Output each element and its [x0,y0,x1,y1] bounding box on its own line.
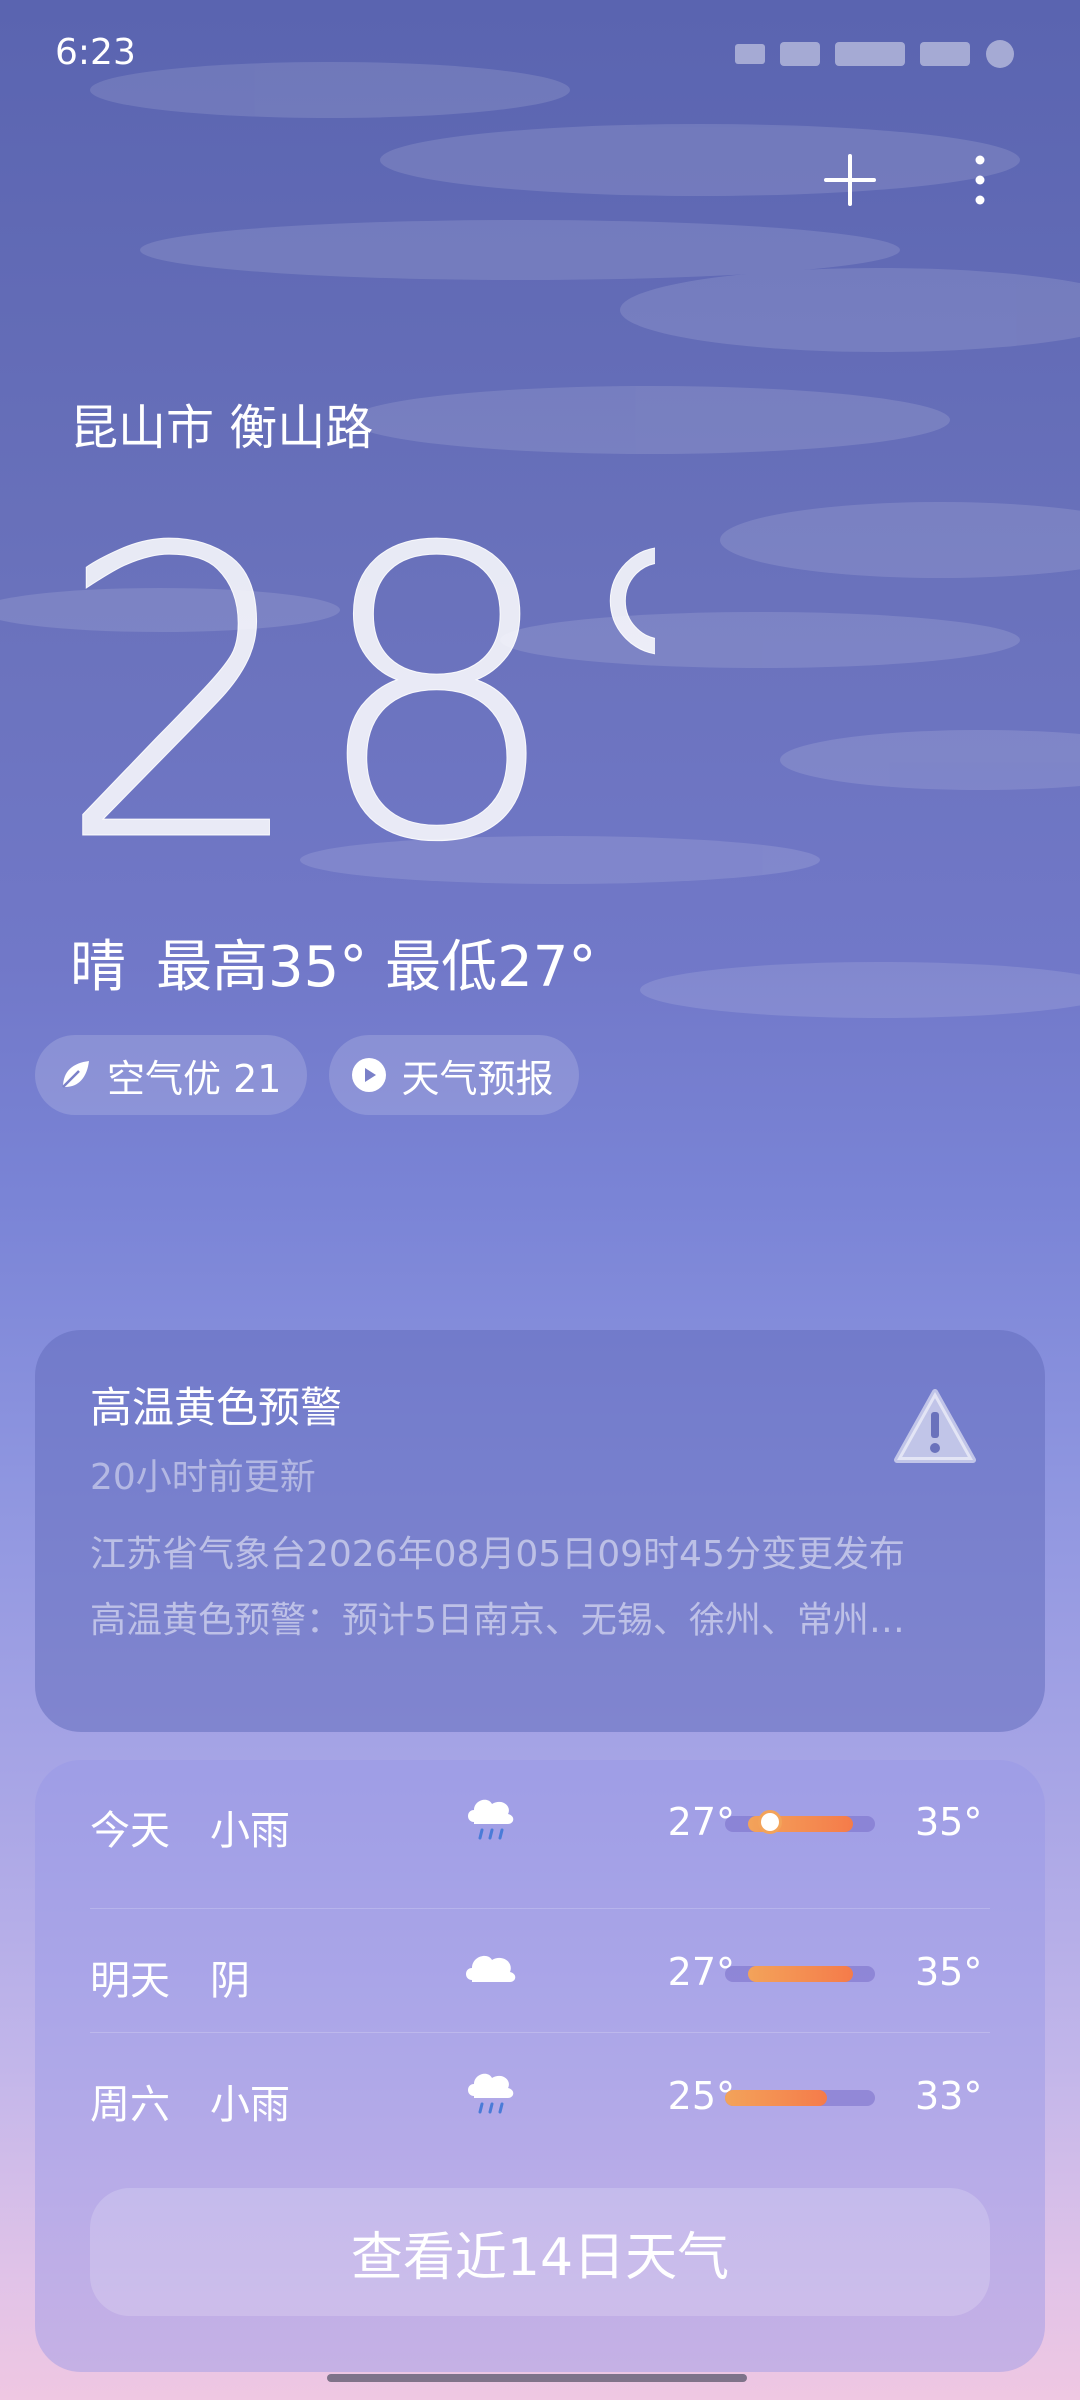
alert-body-line: 江苏省气象台2026年08月05日09时45分变更发布 [90,1534,905,1575]
temp-range-bar [725,1966,875,1982]
forecast-low: 25° [667,2074,735,2118]
forecast-row[interactable]: 明天 阴 27° 35° [35,1910,1045,2034]
forecast-day: 今天 [90,1808,170,1854]
forecast-row[interactable]: 周六 小雨 25° 33° [35,2034,1045,2158]
forecast-row[interactable]: 今天 小雨 27° 35° [35,1760,1045,1884]
status-bar: 6:23 [0,0,1080,110]
forecast-high: 35° [915,1950,983,1994]
weather-alert-card[interactable]: 高温黄色预警 20小时前更新 江苏省气象台2026年08月05日09时45分变更… [35,1330,1045,1732]
high-low: 最高35° 最低27° [156,922,596,1003]
forecast-low: 27° [667,1800,735,1844]
temp-range-fill [725,2090,827,2106]
forecast-high: 33° [915,2074,983,2118]
more-menu-button[interactable] [940,140,1020,220]
location-name: 昆山市 衡山路 [70,400,374,456]
forecast-day: 明天 [90,1958,170,2004]
view-14-day-button[interactable]: 查看近14日天气 [90,2188,990,2316]
current-temperature-text: 28° [55,500,655,880]
forecast-low: 27° [667,1950,735,1994]
air-quality-label: 空气优 21 [107,1056,282,1101]
high-temp: 最高35° [156,935,368,1000]
rain-icon [468,1799,514,1840]
temp-range-bar [725,1813,875,1832]
play-icon [352,1058,387,1092]
add-city-button[interactable] [810,140,890,220]
more-vert-icon [975,155,985,205]
forecast-condition: 阴 [210,1958,250,2004]
air-quality-pill[interactable]: 空气优 21 [35,1035,308,1115]
forecast-high: 35° [915,1800,983,1844]
alert-updated: 20小时前更新 [90,1457,316,1498]
forecast-card: 今天 小雨 27° 35° 明天 阴 27° 35° 周六 小雨 25° 33°… [35,1760,1045,2372]
forecast-day: 周六 [90,2082,170,2128]
forecast-condition: 小雨 [210,2082,290,2128]
status-time: 6:23 [55,32,136,73]
rain-icon [468,2073,514,2114]
leaf-icon [62,1061,89,1088]
weather-video-label: 天气预报 [401,1056,554,1101]
alert-body-line: 高温黄色预警：预计5日南京、无锡、徐州、常州… [90,1600,905,1641]
home-indicator[interactable] [327,2374,747,2382]
forecast-condition: 小雨 [210,1808,290,1854]
temp-range-fill [747,1966,853,1982]
weather-video-pill[interactable]: 天气预报 [329,1035,580,1115]
current-temp-marker [761,1813,779,1831]
temp-range-bar [725,2090,875,2106]
current-condition: 晴 [70,935,126,1000]
alert-title: 高温黄色预警 [90,1383,343,1432]
current-temperature: 28° [55,500,655,880]
low-temp: 最低27° [385,935,597,1000]
plus-icon [824,154,876,206]
warning-icon [894,1389,976,1463]
info-pills: 空气优 21 天气预报 [35,1035,580,1115]
cloud-icon [466,1955,516,1982]
row-divider [90,2032,990,2033]
current-condition-row: 晴 最高35° 最低27° [70,922,596,1003]
status-icons [735,40,1014,68]
row-divider [90,1908,990,1909]
alert-body: 江苏省气象台2026年08月05日09时45分变更发布 高温黄色预警：预计5日南… [90,1522,990,1654]
